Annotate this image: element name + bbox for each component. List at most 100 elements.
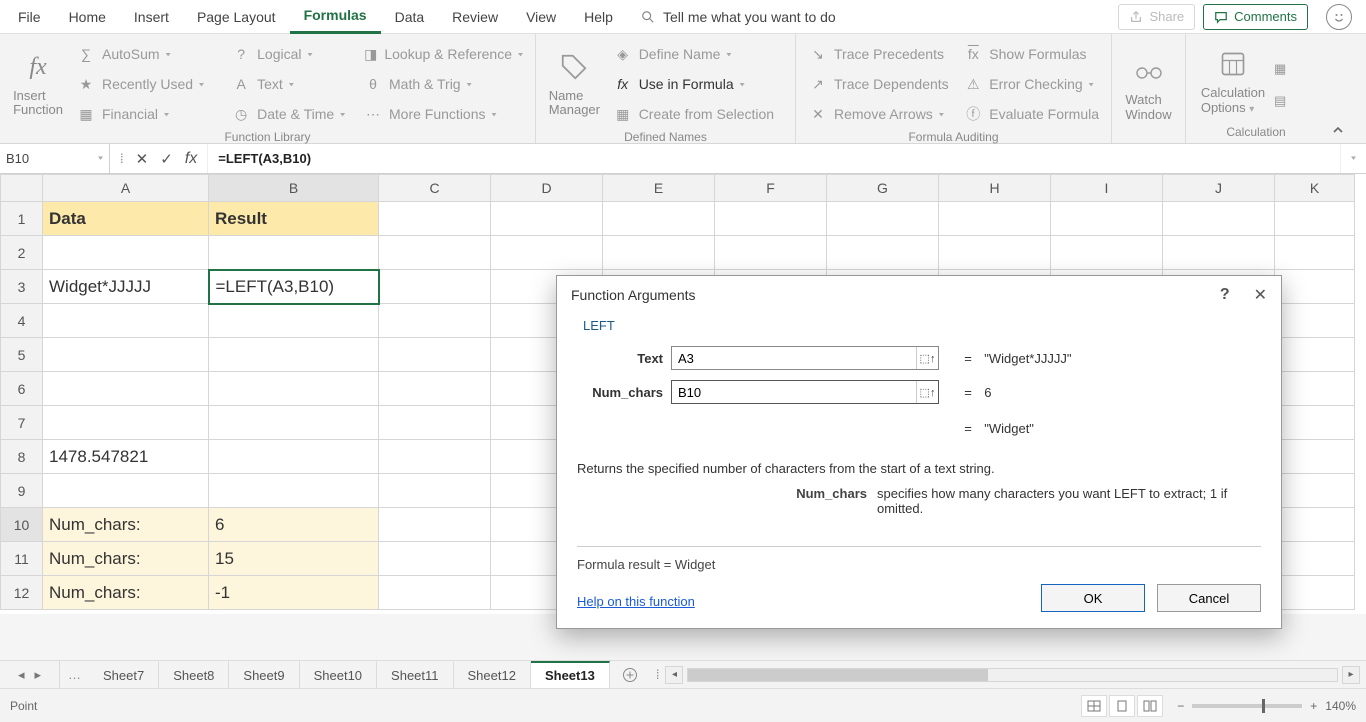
- cell-A3[interactable]: Widget*JJJJJ: [43, 270, 209, 304]
- sheet-tab-sheet8[interactable]: Sheet8: [159, 661, 229, 688]
- cell-A4[interactable]: [43, 304, 209, 338]
- col-header-G[interactable]: G: [827, 175, 939, 202]
- col-header-E[interactable]: E: [603, 175, 715, 202]
- col-header-A[interactable]: A: [43, 175, 209, 202]
- cell-J1[interactable]: [1163, 202, 1275, 236]
- sheet-tab-sheet7[interactable]: Sheet7: [89, 661, 159, 688]
- cell-A8[interactable]: 1478.547821: [43, 440, 209, 474]
- cell-H2[interactable]: [939, 236, 1051, 270]
- page-layout-view-button[interactable]: [1109, 695, 1135, 717]
- col-header-B[interactable]: B: [209, 175, 379, 202]
- tab-home[interactable]: Home: [55, 0, 120, 34]
- horizontal-scrollbar[interactable]: [687, 668, 1338, 682]
- arg-text-input[interactable]: [672, 347, 916, 369]
- math-button[interactable]: θMath & Trig ▾: [357, 70, 529, 98]
- cell-B5[interactable]: [209, 338, 379, 372]
- cell-K9[interactable]: [1275, 474, 1355, 508]
- col-header-I[interactable]: I: [1051, 175, 1163, 202]
- cell-K3[interactable]: [1275, 270, 1355, 304]
- cell-A7[interactable]: [43, 406, 209, 440]
- row-header-7[interactable]: 7: [1, 406, 43, 440]
- error-checking-button[interactable]: ⚠Error Checking ▾: [957, 70, 1105, 98]
- tab-insert[interactable]: Insert: [120, 0, 183, 34]
- row-header-4[interactable]: 4: [1, 304, 43, 338]
- enter-edit-button[interactable]: ✓: [160, 150, 173, 168]
- share-button[interactable]: Share: [1118, 4, 1195, 30]
- arg-numchars-input[interactable]: [672, 381, 916, 403]
- name-manager-button[interactable]: NameManager: [542, 38, 607, 128]
- sheet-next-button[interactable]: ▸: [35, 667, 42, 683]
- cell-H1[interactable]: [939, 202, 1051, 236]
- col-header-D[interactable]: D: [491, 175, 603, 202]
- watch-window-button[interactable]: WatchWindow: [1118, 38, 1179, 137]
- sheet-prev-button[interactable]: ◂: [18, 667, 25, 683]
- page-break-view-button[interactable]: [1137, 695, 1163, 717]
- cell-C9[interactable]: [379, 474, 491, 508]
- cell-C10[interactable]: [379, 508, 491, 542]
- col-header-H[interactable]: H: [939, 175, 1051, 202]
- cell-K2[interactable]: [1275, 236, 1355, 270]
- zoom-slider[interactable]: [1192, 704, 1302, 708]
- cell-C8[interactable]: [379, 440, 491, 474]
- cell-F2[interactable]: [715, 236, 827, 270]
- collapse-ribbon-button[interactable]: [1326, 34, 1350, 143]
- define-name-button[interactable]: ◈Define Name ▾: [607, 40, 789, 68]
- cell-B7[interactable]: [209, 406, 379, 440]
- text-button[interactable]: AText ▾: [225, 70, 357, 98]
- cell-C6[interactable]: [379, 372, 491, 406]
- cell-C11[interactable]: [379, 542, 491, 576]
- sheet-tab-sheet13[interactable]: Sheet13: [531, 661, 610, 688]
- row-header-1[interactable]: 1: [1, 202, 43, 236]
- calc-options-button[interactable]: CalculationOptions ▾: [1192, 38, 1274, 123]
- cell-K11[interactable]: [1275, 542, 1355, 576]
- cancel-button[interactable]: Cancel: [1157, 584, 1261, 612]
- cell-K6[interactable]: [1275, 372, 1355, 406]
- cell-I2[interactable]: [1051, 236, 1163, 270]
- cell-A5[interactable]: [43, 338, 209, 372]
- cell-A9[interactable]: [43, 474, 209, 508]
- tab-review[interactable]: Review: [438, 0, 512, 34]
- cell-B8[interactable]: [209, 440, 379, 474]
- cell-E2[interactable]: [603, 236, 715, 270]
- col-header-J[interactable]: J: [1163, 175, 1275, 202]
- calc-sheet-icon[interactable]: ▤: [1274, 93, 1310, 109]
- cell-C1[interactable]: [379, 202, 491, 236]
- more-fn-button[interactable]: ⋯More Functions ▾: [357, 100, 529, 128]
- cell-J2[interactable]: [1163, 236, 1275, 270]
- recently-used-button[interactable]: ★Recently Used ▾: [70, 70, 225, 98]
- tab-file[interactable]: File: [4, 0, 55, 34]
- help-button[interactable]: ?: [1220, 286, 1230, 304]
- add-sheet-button[interactable]: [610, 661, 650, 688]
- cell-A6[interactable]: [43, 372, 209, 406]
- cell-B6[interactable]: [209, 372, 379, 406]
- scroll-left-button[interactable]: ◂: [665, 666, 683, 684]
- cell-D1[interactable]: [491, 202, 603, 236]
- row-header-9[interactable]: 9: [1, 474, 43, 508]
- autosum-button[interactable]: ∑AutoSum ▾: [70, 40, 225, 68]
- cell-A11[interactable]: Num_chars:: [43, 542, 209, 576]
- use-in-formula-button[interactable]: fxUse in Formula ▾: [607, 70, 789, 98]
- cell-K12[interactable]: [1275, 576, 1355, 610]
- cell-K5[interactable]: [1275, 338, 1355, 372]
- col-header-K[interactable]: K: [1275, 175, 1355, 202]
- cell-A2[interactable]: [43, 236, 209, 270]
- tell-me[interactable]: Tell me what you want to do: [627, 0, 850, 34]
- cell-K1[interactable]: [1275, 202, 1355, 236]
- show-formulas-button[interactable]: fxShow Formulas: [957, 40, 1105, 68]
- sheet-tab-sheet12[interactable]: Sheet12: [454, 661, 531, 688]
- select-all-corner[interactable]: [1, 175, 43, 202]
- sheet-tab-sheet9[interactable]: Sheet9: [229, 661, 299, 688]
- row-header-12[interactable]: 12: [1, 576, 43, 610]
- cell-K10[interactable]: [1275, 508, 1355, 542]
- goto-button[interactable]: ⁞: [120, 151, 124, 166]
- tab-page-layout[interactable]: Page Layout: [183, 0, 290, 34]
- cell-B3[interactable]: =LEFT(A3,B10): [209, 270, 379, 304]
- row-header-6[interactable]: 6: [1, 372, 43, 406]
- formula-input[interactable]: =LEFT(A3,B10): [208, 144, 1340, 173]
- cell-C2[interactable]: [379, 236, 491, 270]
- expand-formula-bar[interactable]: ▾: [1340, 144, 1366, 173]
- datetime-button[interactable]: ◷Date & Time ▾: [225, 100, 357, 128]
- cell-B1[interactable]: Result: [209, 202, 379, 236]
- cell-K4[interactable]: [1275, 304, 1355, 338]
- feedback-button[interactable]: [1326, 4, 1352, 30]
